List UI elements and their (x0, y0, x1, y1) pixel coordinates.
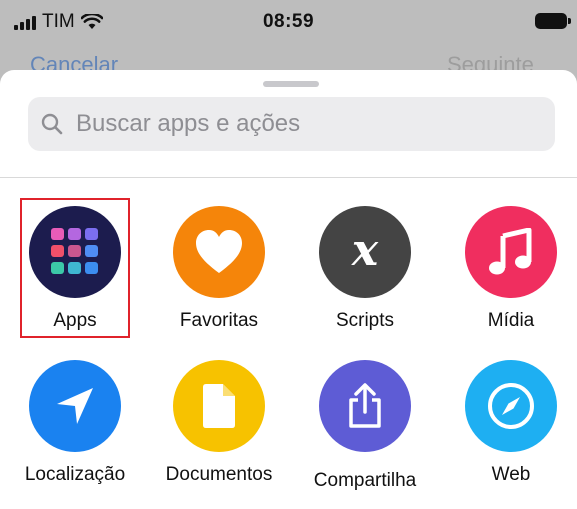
category-label: Compartilha (313, 470, 417, 491)
battery-icon (535, 13, 571, 29)
category-compartilha[interactable]: Compartilha (300, 360, 430, 492)
category-label: Documentos (165, 464, 273, 485)
category-label: Localização (24, 464, 126, 485)
search-placeholder: Buscar apps e ações (76, 110, 301, 137)
document-icon (173, 360, 265, 452)
category-label: Web (491, 464, 531, 485)
category-midia[interactable]: Mídia (446, 206, 576, 332)
category-label: Scripts (335, 310, 395, 331)
category-label: Mídia (487, 310, 535, 331)
search-field[interactable]: Buscar apps e ações (28, 97, 555, 151)
divider (0, 177, 577, 178)
location-arrow-icon (29, 360, 121, 452)
sheet-grabber[interactable] (263, 81, 319, 87)
share-icon (319, 360, 411, 452)
music-note-icon (465, 206, 557, 298)
clock: 08:59 (262, 11, 315, 32)
heart-icon (173, 206, 265, 298)
category-documentos[interactable]: Documentos (154, 360, 284, 486)
search-icon (41, 113, 63, 135)
x-variable-icon: x (319, 206, 411, 298)
category-scripts[interactable]: x Scripts (300, 206, 430, 332)
category-localizacao[interactable]: Localização (10, 360, 140, 486)
svg-text:x: x (351, 227, 379, 276)
selection-highlight (20, 198, 130, 338)
category-favoritas[interactable]: Favoritas (154, 206, 284, 332)
category-label: Favoritas (179, 310, 259, 331)
category-web[interactable]: Web (446, 360, 576, 486)
status-bar: TIM 08:59 (0, 0, 577, 44)
compass-icon (465, 360, 557, 452)
